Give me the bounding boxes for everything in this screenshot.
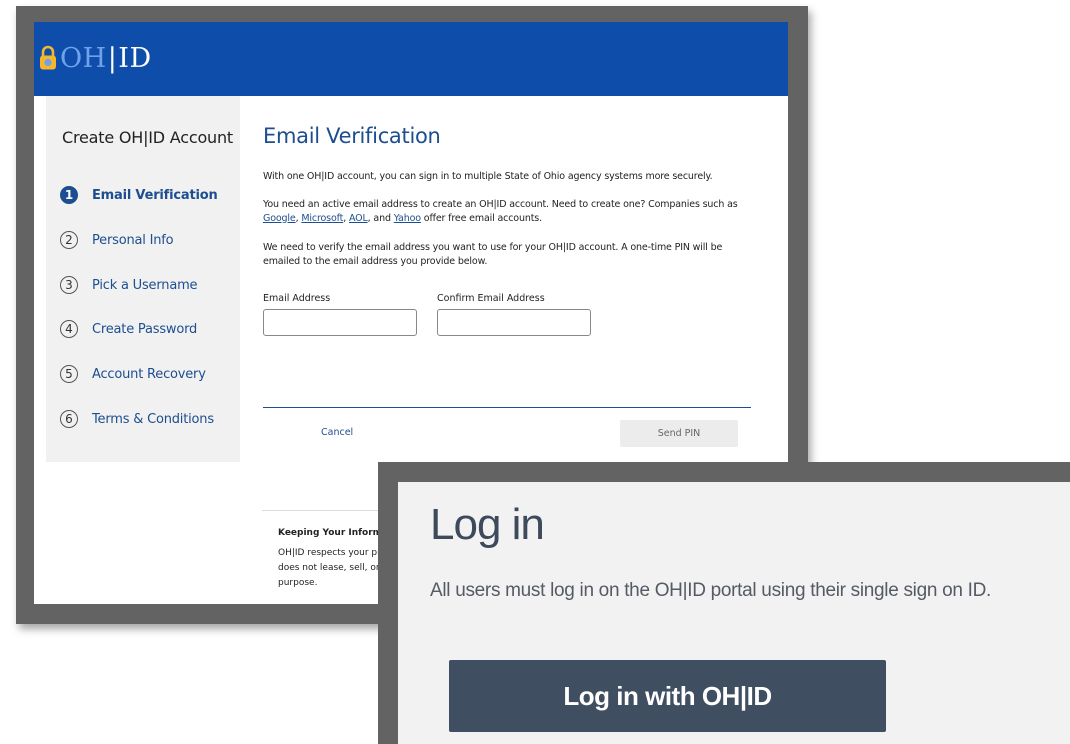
- footer-title: Keeping Your Informat: [278, 528, 393, 538]
- verify-text: We need to verify the email address you …: [263, 242, 723, 267]
- sidebar-title: Create OH|ID Account: [62, 128, 233, 147]
- logo-id: ID: [118, 42, 152, 74]
- lock-icon: [40, 45, 56, 70]
- login-screenshot-frame: Log in All users must log in on the OH|I…: [378, 462, 1070, 744]
- step-number: 6: [60, 410, 78, 428]
- google-link[interactable]: Google: [263, 213, 296, 224]
- logo-bar: |: [107, 42, 118, 74]
- email-label: Email Address: [263, 293, 331, 304]
- sidebar-step-account-recovery[interactable]: 5 Account Recovery: [60, 363, 206, 385]
- need-email-prefix: You need an active email address to crea…: [263, 199, 738, 210]
- step-label: Create Password: [92, 321, 198, 337]
- login-title: Log in: [430, 500, 545, 549]
- and-separator: , and: [367, 212, 394, 224]
- step-number: 4: [60, 320, 78, 338]
- sidebar-step-email-verification[interactable]: 1 Email Verification: [60, 184, 218, 206]
- step-number: 5: [60, 365, 78, 383]
- intro-text: With one OH|ID account, you can sign in …: [263, 171, 713, 182]
- page-title: Email Verification: [263, 124, 441, 148]
- confirm-email-input[interactable]: [437, 309, 591, 336]
- sidebar-step-create-password[interactable]: 4 Create Password: [60, 318, 197, 340]
- step-label: Pick a Username: [92, 277, 198, 293]
- cancel-link[interactable]: Cancel: [321, 427, 353, 438]
- need-email-suffix: offer free email accounts.: [420, 212, 542, 224]
- aol-link[interactable]: AOL: [349, 213, 368, 224]
- site-header: OH|ID: [34, 22, 788, 96]
- step-label: Account Recovery: [92, 366, 206, 382]
- step-number: 2: [60, 231, 78, 249]
- login-with-ohid-button[interactable]: Log in with OH|ID: [449, 660, 886, 732]
- sidebar-step-personal-info[interactable]: 2 Personal Info: [60, 229, 174, 251]
- email-input[interactable]: [263, 309, 417, 336]
- sidebar-step-pick-username[interactable]: 3 Pick a Username: [60, 274, 198, 296]
- login-panel: Log in All users must log in on the OH|I…: [398, 482, 1070, 744]
- confirm-email-label: Confirm Email Address: [437, 293, 545, 304]
- logo-text: OH|ID: [60, 43, 152, 74]
- step-number: 3: [60, 276, 78, 294]
- step-label: Personal Info: [92, 232, 174, 248]
- need-email-text: You need an active email address to crea…: [263, 198, 753, 225]
- step-number: 1: [60, 186, 78, 204]
- ohid-logo[interactable]: OH|ID: [38, 42, 152, 74]
- send-pin-button[interactable]: Send PIN: [620, 420, 738, 447]
- logo-oh: OH: [60, 42, 107, 74]
- steps-sidebar: Create OH|ID Account 1 Email Verificatio…: [46, 96, 240, 462]
- form-divider: [263, 407, 751, 408]
- step-label: Terms & Conditions: [92, 411, 214, 427]
- microsoft-link[interactable]: Microsoft: [301, 213, 343, 224]
- sidebar-step-terms-conditions[interactable]: 6 Terms & Conditions: [60, 408, 214, 430]
- step-label: Email Verification: [92, 187, 218, 203]
- login-subtitle: All users must log in on the OH|ID porta…: [430, 580, 991, 601]
- yahoo-link[interactable]: Yahoo: [394, 213, 421, 224]
